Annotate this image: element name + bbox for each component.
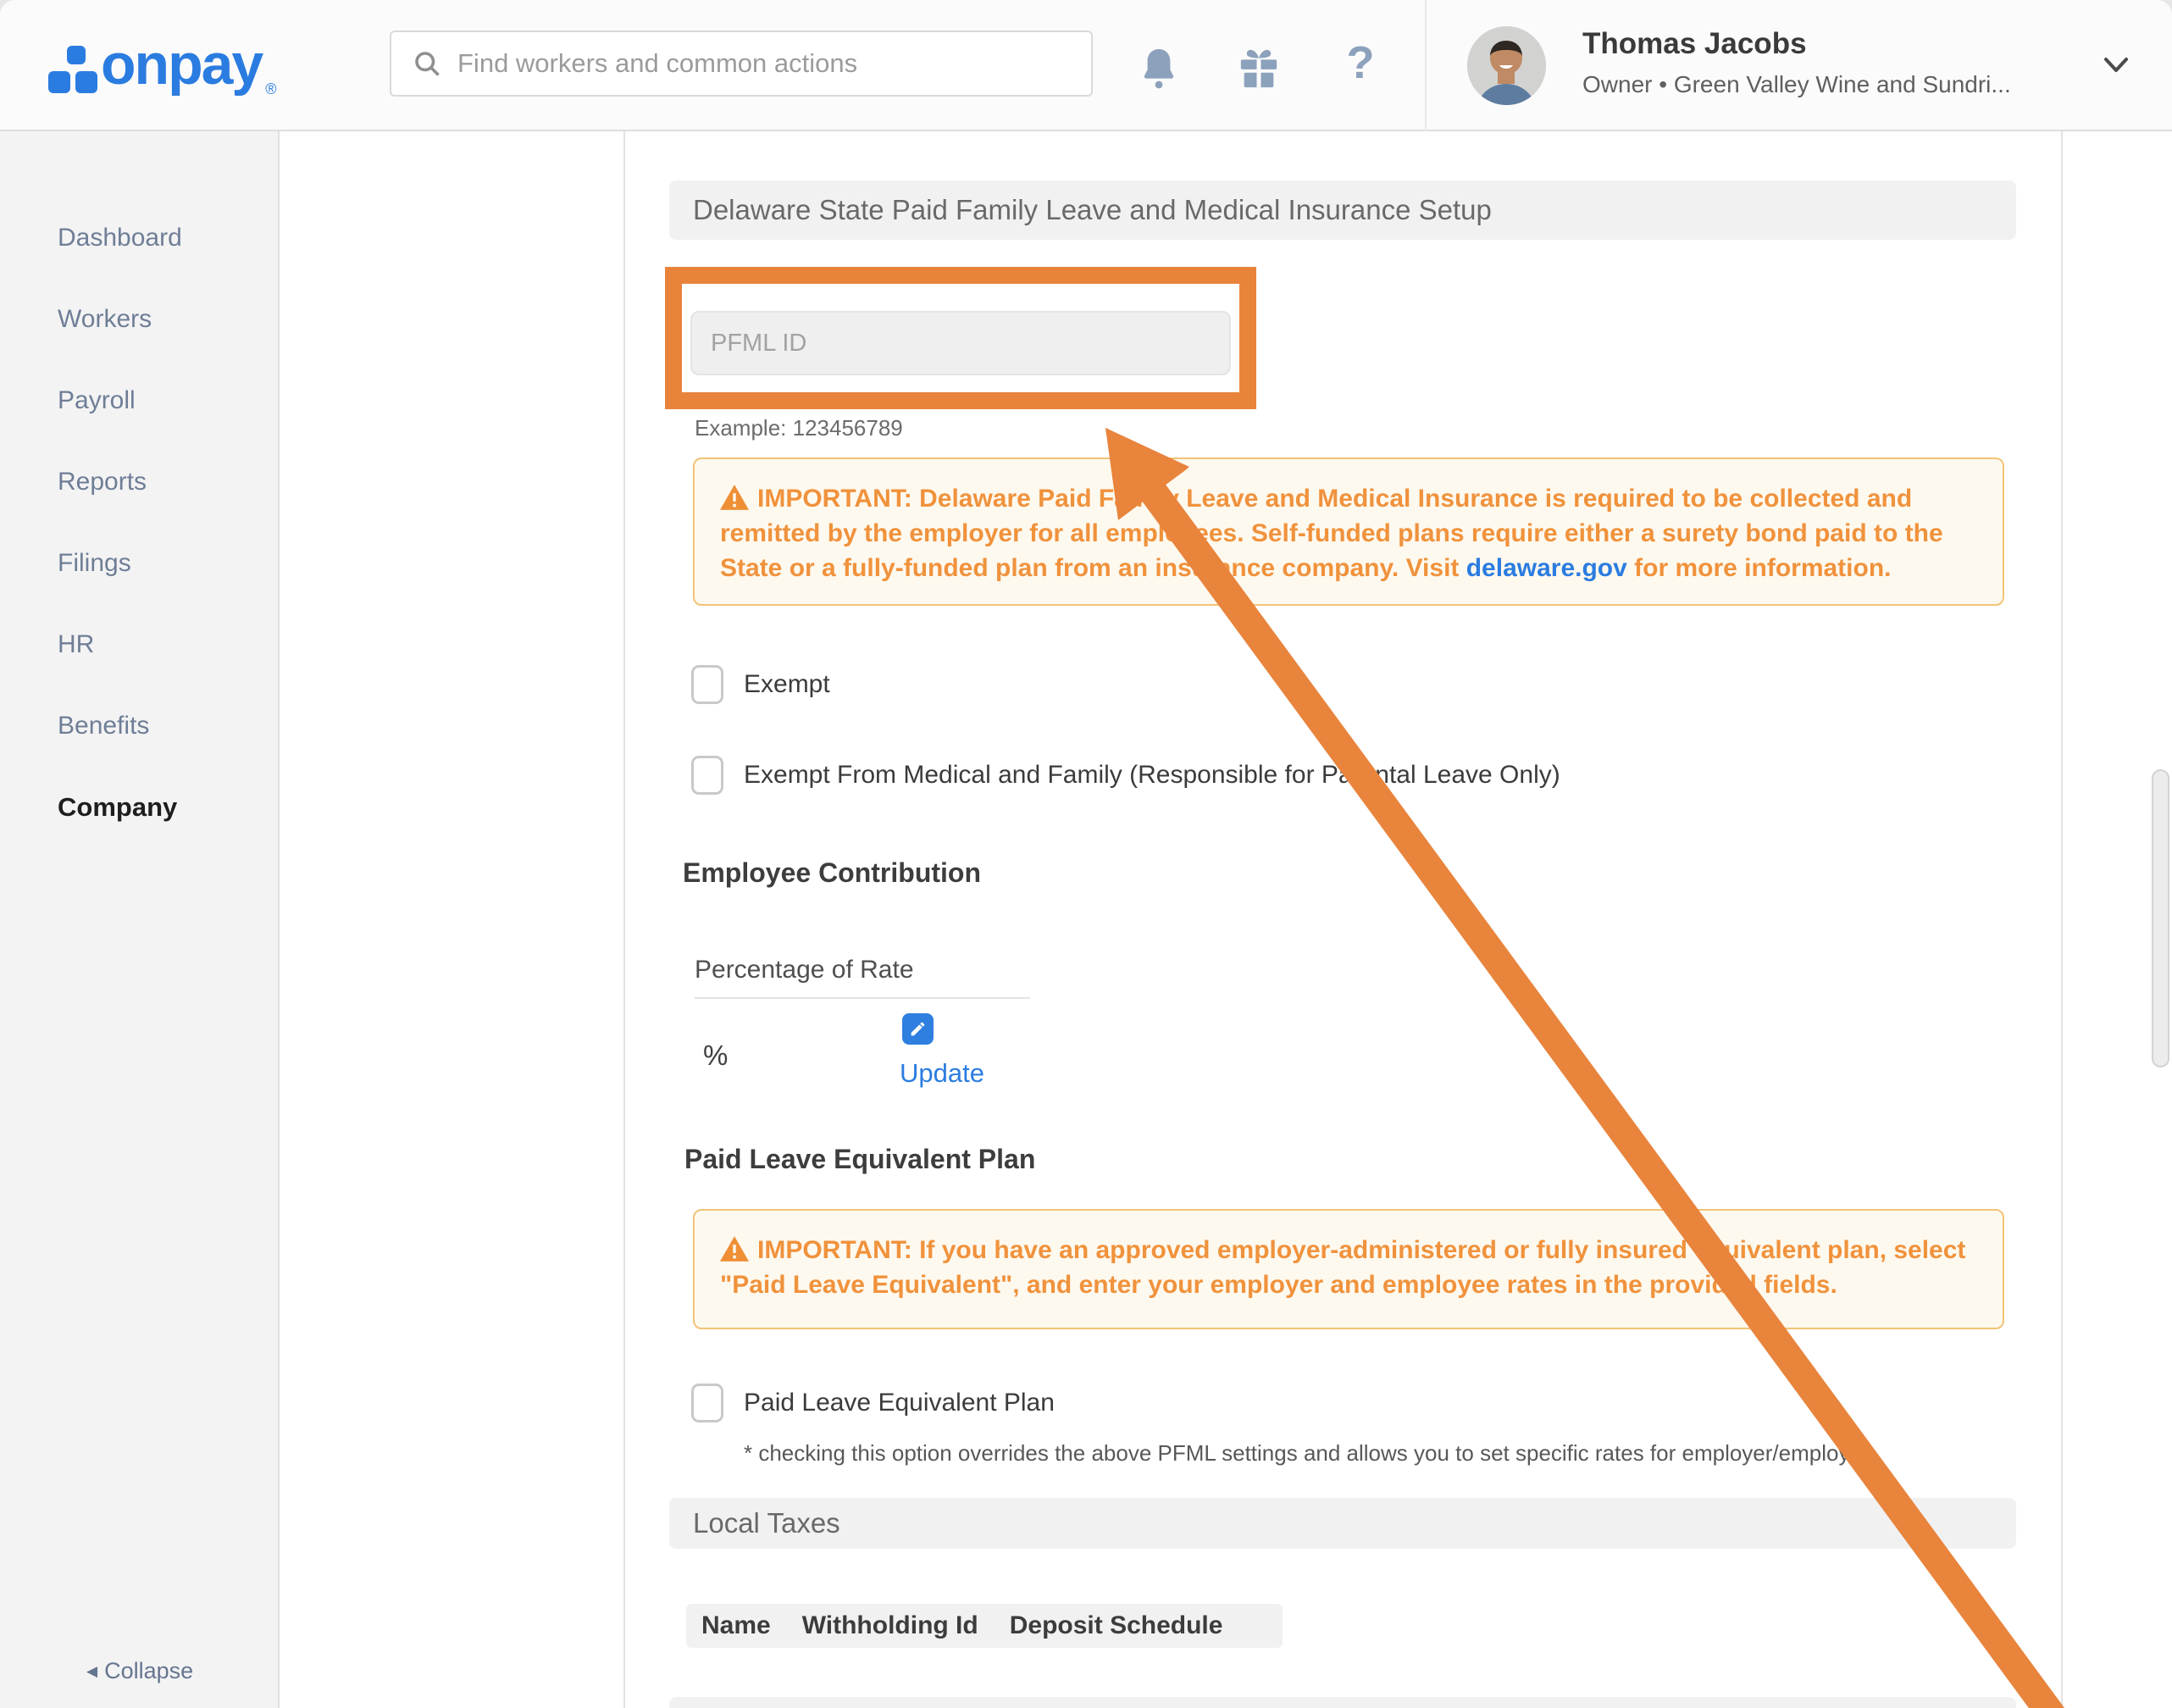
warning-triangle-icon [720, 485, 749, 510]
employee-contribution-heading: Employee Contribution [683, 857, 981, 889]
sidebar-item-dashboard[interactable]: Dashboard [0, 197, 278, 279]
paid-leave-equivalent-heading: Paid Leave Equivalent Plan [684, 1144, 1035, 1175]
exempt-medical-row: Exempt From Medical and Family (Responsi… [691, 756, 1560, 795]
warning-triangle-icon [720, 1236, 749, 1262]
sidebar-item-filings[interactable]: Filings [0, 523, 278, 604]
update-link[interactable]: Update [900, 1058, 984, 1089]
plep-label: Paid Leave Equivalent Plan [744, 1389, 1055, 1417]
pfml-example-text: Example: 123456789 [695, 415, 903, 441]
column-underline [695, 997, 1030, 999]
secondary-panel [281, 131, 625, 1708]
rewards-gift-icon[interactable] [1233, 42, 1284, 93]
delaware-gov-link[interactable]: delaware.gov [1466, 554, 1627, 582]
global-search[interactable] [390, 30, 1093, 97]
header-divider [1425, 0, 1427, 131]
exempt-medical-label: Exempt From Medical and Family (Responsi… [744, 761, 1560, 790]
search-input[interactable] [457, 48, 1091, 79]
registered-mark: ® [265, 80, 276, 98]
next-section-bar [669, 1697, 2016, 1708]
user-name: Thomas Jacobs [1582, 27, 1807, 61]
plep-row: Paid Leave Equivalent Plan [691, 1384, 1055, 1422]
warning2-text: IMPORTANT: If you have an approved emplo… [720, 1236, 1965, 1299]
percent-symbol: % [703, 1040, 728, 1072]
plep-checkbox[interactable] [691, 1384, 723, 1422]
exempt-medical-checkbox[interactable] [691, 756, 723, 795]
search-icon [412, 48, 442, 79]
edit-pencil-icon[interactable] [902, 1013, 934, 1045]
user-role-company: Owner • Green Valley Wine and Sundri... [1582, 71, 2011, 98]
plep-important-warning: IMPORTANT: If you have an approved emplo… [693, 1209, 2004, 1329]
sidebar-item-workers[interactable]: Workers [0, 279, 278, 360]
sidebar-item-benefits[interactable]: Benefits [0, 685, 278, 767]
percentage-of-rate-header: Percentage of Rate [695, 956, 914, 984]
plep-footnote: * checking this option overrides the abo… [744, 1440, 1874, 1467]
app-window: onpay ® ? [0, 0, 2172, 1708]
top-header: onpay ® ? [0, 0, 2172, 131]
pfml-id-input[interactable] [690, 311, 1231, 375]
exempt-checkbox[interactable] [691, 665, 723, 704]
column-deposit-schedule: Deposit Schedule [1010, 1611, 1223, 1640]
user-avatar[interactable] [1467, 26, 1546, 105]
onpay-logo-mark-icon [48, 24, 101, 100]
column-name: Name [701, 1611, 771, 1640]
onpay-logo-wordmark: onpay [101, 24, 262, 105]
exempt-row: Exempt [691, 665, 830, 704]
main-content: Delaware State Paid Family Leave and Med… [627, 131, 2063, 1708]
local-taxes-table-header: Name Withholding Id Deposit Schedule [686, 1604, 1283, 1648]
sidebar-item-payroll[interactable]: Payroll [0, 360, 278, 441]
chevron-down-icon[interactable] [2097, 47, 2135, 81]
sidebar-nav: Dashboard Workers Payroll Reports Filing… [0, 131, 280, 1708]
onpay-logo[interactable]: onpay ® [48, 24, 277, 105]
notifications-bell-icon[interactable] [1133, 42, 1184, 93]
collapse-label: Collapse [104, 1658, 193, 1684]
collapse-left-triangle-icon: ◀ [86, 1663, 97, 1680]
help-question-icon[interactable]: ? [1335, 37, 1386, 88]
column-withholding-id: Withholding Id [802, 1611, 978, 1640]
sidebar-item-hr[interactable]: HR [0, 604, 278, 685]
warning1-text-post: for more information. [1627, 554, 1892, 582]
page-title: Delaware State Paid Family Leave and Med… [669, 180, 2016, 240]
vertical-scrollbar-thumb[interactable] [2152, 769, 2169, 1068]
sidebar-item-reports[interactable]: Reports [0, 441, 278, 523]
sidebar-collapse-button[interactable]: ◀ Collapse [86, 1658, 193, 1684]
local-taxes-heading: Local Taxes [669, 1498, 2016, 1549]
pfml-important-warning: IMPORTANT: Delaware Paid Family Leave an… [693, 458, 2004, 606]
exempt-label: Exempt [744, 670, 830, 699]
sidebar-item-company[interactable]: Company [0, 767, 278, 848]
